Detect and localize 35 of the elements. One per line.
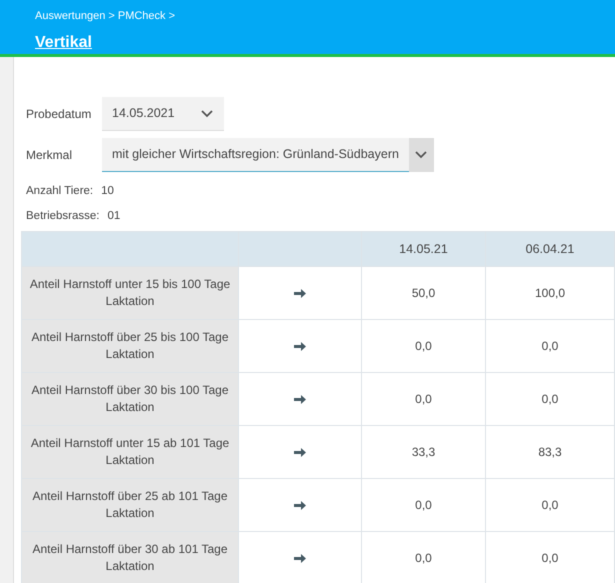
select-field[interactable]: 14.05.2021 [102,97,224,131]
chevron-down-icon [415,150,428,158]
row-label: Anteil Harnstoff über 25 ab 101 Tage Laktation [22,478,238,532]
table-cell: 0,0 [362,372,486,426]
table-cell: 0,0 [362,478,486,532]
table-cell: 0,0 [486,372,614,426]
column-header: 14.05.21 [362,232,486,266]
column-header: 06.04.21 [486,232,614,266]
info-label: Anzahl Tiere: [26,184,94,199]
row-label: Anteil Harnstoff über 25 bis 100 Tage Laktation [22,320,238,372]
arrow-right-icon[interactable] [294,341,306,352]
field-label: Probedatum [25,106,92,123]
info-value: 01 [108,208,120,224]
arrow-right-icon[interactable] [294,394,306,406]
row-label: Anteil Harnstoff über 30 ab 101 Tage Laktation [22,532,238,583]
arrow-right-icon[interactable] [294,447,306,458]
table-cell: 0,0 [486,320,614,372]
table-cell: 33,3 [362,426,486,478]
field-label: Merkmal [25,147,74,164]
table-cell: 0,0 [362,320,486,372]
table-cell: 83,3 [486,426,614,478]
select-field[interactable]: mit gleicher Wirtschaftsregion: Grünland-Südbayern [102,138,434,172]
arrow-right-icon[interactable] [294,500,306,512]
arrow-right-icon[interactable] [294,553,306,564]
row-label: Anteil Harnstoff unter 15 ab 101 Tage Laktation [22,426,238,478]
page-title: Vertikal [35,32,92,52]
table-cell: 50,0 [362,266,486,320]
arrow-right-icon[interactable] [294,288,306,300]
chevron-down-icon [201,110,213,118]
info-label: Betriebsrasse: [26,208,100,224]
info-value: 10 [101,184,114,199]
table-cell: 100,0 [486,266,614,320]
row-label: Anteil Harnstoff unter 15 bis 100 Tage Laktation [22,266,238,320]
row-label: Anteil Harnstoff über 30 bis 100 Tage Laktation [22,372,238,426]
table-cell: 0,0 [486,478,614,532]
